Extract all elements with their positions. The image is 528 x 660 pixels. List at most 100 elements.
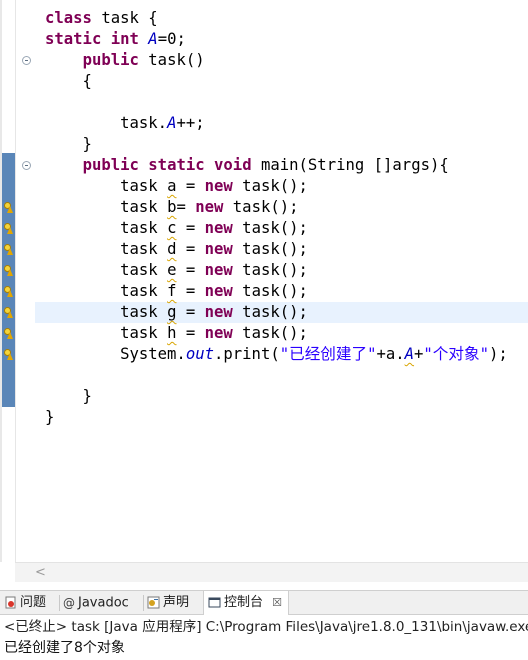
warning-bulb-icon[interactable] (3, 349, 14, 360)
code-token: task (45, 303, 168, 321)
code-line[interactable]: task e = new task(); (45, 260, 308, 281)
code-token: task (45, 240, 168, 258)
tab-javadoc-label: Javadoc (78, 595, 129, 611)
code-token: new (204, 324, 233, 342)
code-token: .print( (214, 345, 280, 363)
code-token: task(); (232, 324, 308, 342)
warning-triangle-shape (7, 248, 13, 255)
warning-triangle-shape (7, 269, 13, 276)
code-token: System. (45, 345, 186, 363)
code-token: = (176, 198, 196, 216)
code-token: = (176, 261, 205, 279)
code-line[interactable]: task g = new task(); (45, 302, 308, 323)
code-line[interactable]: } (45, 134, 92, 155)
horizontal-scrollbar[interactable]: < (15, 562, 528, 582)
code-token: main(String []args){ (251, 156, 449, 174)
code-line[interactable]: task b= new task(); (45, 197, 299, 218)
code-token: task(); (232, 261, 308, 279)
code-line[interactable]: task d = new task(); (45, 239, 308, 260)
panel-gap (0, 582, 528, 590)
fold-collapse-icon[interactable] (22, 56, 31, 65)
annotation-marker-bar (2, 153, 15, 407)
code-token: static (148, 156, 205, 174)
warning-bulb-icon[interactable] (3, 202, 14, 213)
scroll-left-arrow-icon[interactable]: < (35, 565, 46, 580)
gutter-divider (15, 0, 16, 562)
warning-bulb-icon[interactable] (3, 307, 14, 318)
warning-triangle-shape (7, 227, 13, 234)
code-token: new (204, 219, 233, 237)
code-token: int (110, 30, 139, 48)
code-token: task (45, 219, 168, 237)
tab-console-label: 控制台 (224, 595, 264, 610)
code-token: task() (138, 51, 205, 69)
console-status-header: <已终止> task [Java 应用程序] C:\Program Files\… (0, 615, 528, 639)
code-line[interactable]: task.A++; (45, 113, 205, 134)
code-line[interactable]: task f = new task(); (45, 281, 308, 302)
warning-triangle-shape (7, 206, 13, 213)
code-token: = (176, 303, 205, 321)
code-line[interactable]: class task { (45, 8, 158, 29)
tab-problems[interactable]: 问题 (4, 591, 46, 615)
code-token: task(); (232, 303, 308, 321)
fold-collapse-icon[interactable] (22, 161, 31, 170)
code-token: void (214, 156, 252, 174)
code-token: +a. (376, 345, 405, 363)
declaration-icon (147, 596, 160, 609)
tab-separator (59, 595, 60, 611)
code-token: task (45, 177, 168, 195)
console-output[interactable]: 已经创建了8个对象 (0, 639, 528, 660)
code-token: } (45, 135, 92, 153)
code-line[interactable]: task a = new task(); (45, 176, 308, 197)
code-line[interactable]: } (45, 386, 92, 407)
code-token: new (204, 261, 233, 279)
javadoc-at-icon: @ (63, 596, 75, 610)
close-tab-icon[interactable]: ☒ (272, 596, 282, 609)
code-token: } (45, 387, 92, 405)
code-token: new (204, 303, 233, 321)
code-token: task { (91, 9, 158, 27)
warning-bulb-icon[interactable] (3, 265, 14, 276)
code-token: new (204, 282, 233, 300)
code-token: new (195, 198, 224, 216)
code-token: task (45, 261, 168, 279)
code-token: task(); (232, 282, 308, 300)
code-editor[interactable]: class task {static int A=0; public task(… (0, 0, 528, 562)
code-token: + (414, 345, 424, 363)
code-line[interactable]: System.out.print("已经创建了"+a.A+"个对象"); (45, 344, 508, 365)
warning-triangle-shape (7, 311, 13, 318)
code-token: "已经创建了" (279, 345, 377, 363)
tab-problems-label: 问题 (20, 595, 47, 610)
tab-console[interactable]: 控制台 ☒ (203, 591, 290, 615)
code-token: ++; (176, 114, 205, 132)
warning-triangle-shape (7, 353, 13, 360)
code-token: = (176, 219, 205, 237)
code-line[interactable]: public task() (45, 50, 205, 71)
code-token: task(); (232, 240, 308, 258)
problems-icon (5, 596, 16, 609)
code-token: ); (488, 345, 508, 363)
warning-bulb-icon[interactable] (3, 286, 14, 297)
warning-bulb-icon[interactable] (3, 223, 14, 234)
tab-javadoc[interactable]: @ Javadoc (63, 591, 129, 615)
code-line[interactable]: task h = new task(); (45, 323, 308, 344)
warning-bulb-icon[interactable] (3, 244, 14, 255)
code-token: task(); (232, 219, 308, 237)
code-token: = (176, 282, 205, 300)
code-token: public (82, 51, 139, 69)
code-line[interactable]: static int A=0; (45, 29, 186, 50)
code-token: =0; (157, 30, 186, 48)
code-line[interactable]: } (45, 407, 54, 428)
code-line[interactable]: { (45, 71, 92, 92)
code-token: new (204, 240, 233, 258)
tab-declaration[interactable]: 声明 (147, 591, 189, 615)
code-line[interactable]: public static void main(String []args){ (45, 155, 449, 176)
code-token: task (45, 282, 168, 300)
warning-triangle-shape (7, 290, 13, 297)
warning-bulb-icon[interactable] (3, 328, 14, 339)
code-line[interactable]: task c = new task(); (45, 218, 308, 239)
code-token: task(); (223, 198, 299, 216)
